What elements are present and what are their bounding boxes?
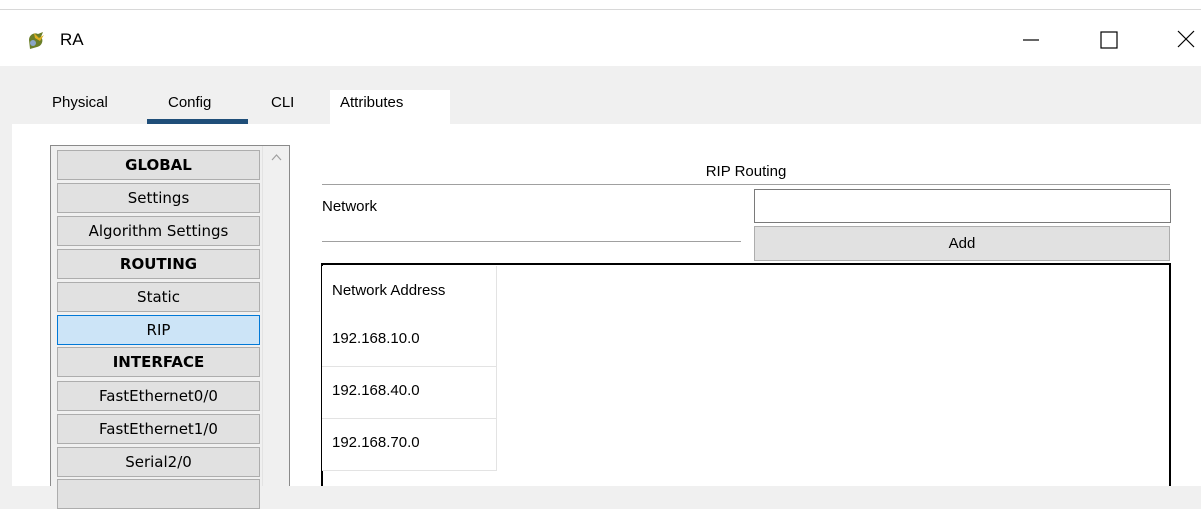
- sidebar-header-global: GLOBAL: [57, 150, 260, 180]
- network-input[interactable]: [754, 189, 1171, 223]
- column-header-network-address: Network Address: [322, 266, 497, 315]
- network-divider: [322, 241, 741, 242]
- network-label: Network: [322, 198, 378, 215]
- rip-routing-heading: RIP Routing: [705, 163, 787, 180]
- sidebar-item-settings[interactable]: Settings: [57, 183, 260, 213]
- window-border: [0, 9, 1201, 10]
- close-button[interactable]: [1166, 22, 1201, 56]
- maximize-icon: [1100, 31, 1118, 49]
- maximize-button[interactable]: [1087, 22, 1133, 56]
- sidebar-item-serial2-0[interactable]: Serial2/0: [57, 447, 260, 477]
- sidebar-header-interface: INTERFACE: [57, 347, 260, 377]
- sidebar-scrollbar[interactable]: [262, 146, 289, 486]
- sidebar-item-fastethernet0-0[interactable]: FastEthernet0/0: [57, 381, 260, 411]
- scroll-up-icon[interactable]: [263, 150, 290, 164]
- sidebar-item-rip[interactable]: RIP: [57, 315, 260, 345]
- heading-divider: [322, 184, 1170, 185]
- sidebar-item-partial[interactable]: [57, 479, 260, 509]
- tab-physical[interactable]: Physical: [42, 90, 118, 124]
- minimize-icon: [1023, 39, 1039, 41]
- sidebar-item-algorithm-settings[interactable]: Algorithm Settings: [57, 216, 260, 246]
- tab-cli[interactable]: CLI: [261, 90, 304, 124]
- tab-attributes[interactable]: Attributes: [330, 90, 450, 126]
- sidebar-item-fastethernet1-0[interactable]: FastEthernet1/0: [57, 414, 260, 444]
- table-row[interactable]: 192.168.70.0: [322, 419, 497, 471]
- table-row[interactable]: 192.168.10.0: [322, 315, 497, 367]
- table-row[interactable]: 192.168.40.0: [322, 367, 497, 419]
- sidebar-header-routing: ROUTING: [57, 249, 260, 279]
- window-title: RA: [60, 30, 84, 49]
- sidebar: GLOBAL Settings Algorithm Settings ROUTI…: [50, 145, 290, 509]
- add-button[interactable]: Add: [754, 226, 1170, 261]
- router-app-icon: [26, 29, 48, 51]
- sidebar-item-static[interactable]: Static: [57, 282, 260, 312]
- minimize-button[interactable]: [1005, 22, 1051, 56]
- close-icon: [1177, 30, 1195, 48]
